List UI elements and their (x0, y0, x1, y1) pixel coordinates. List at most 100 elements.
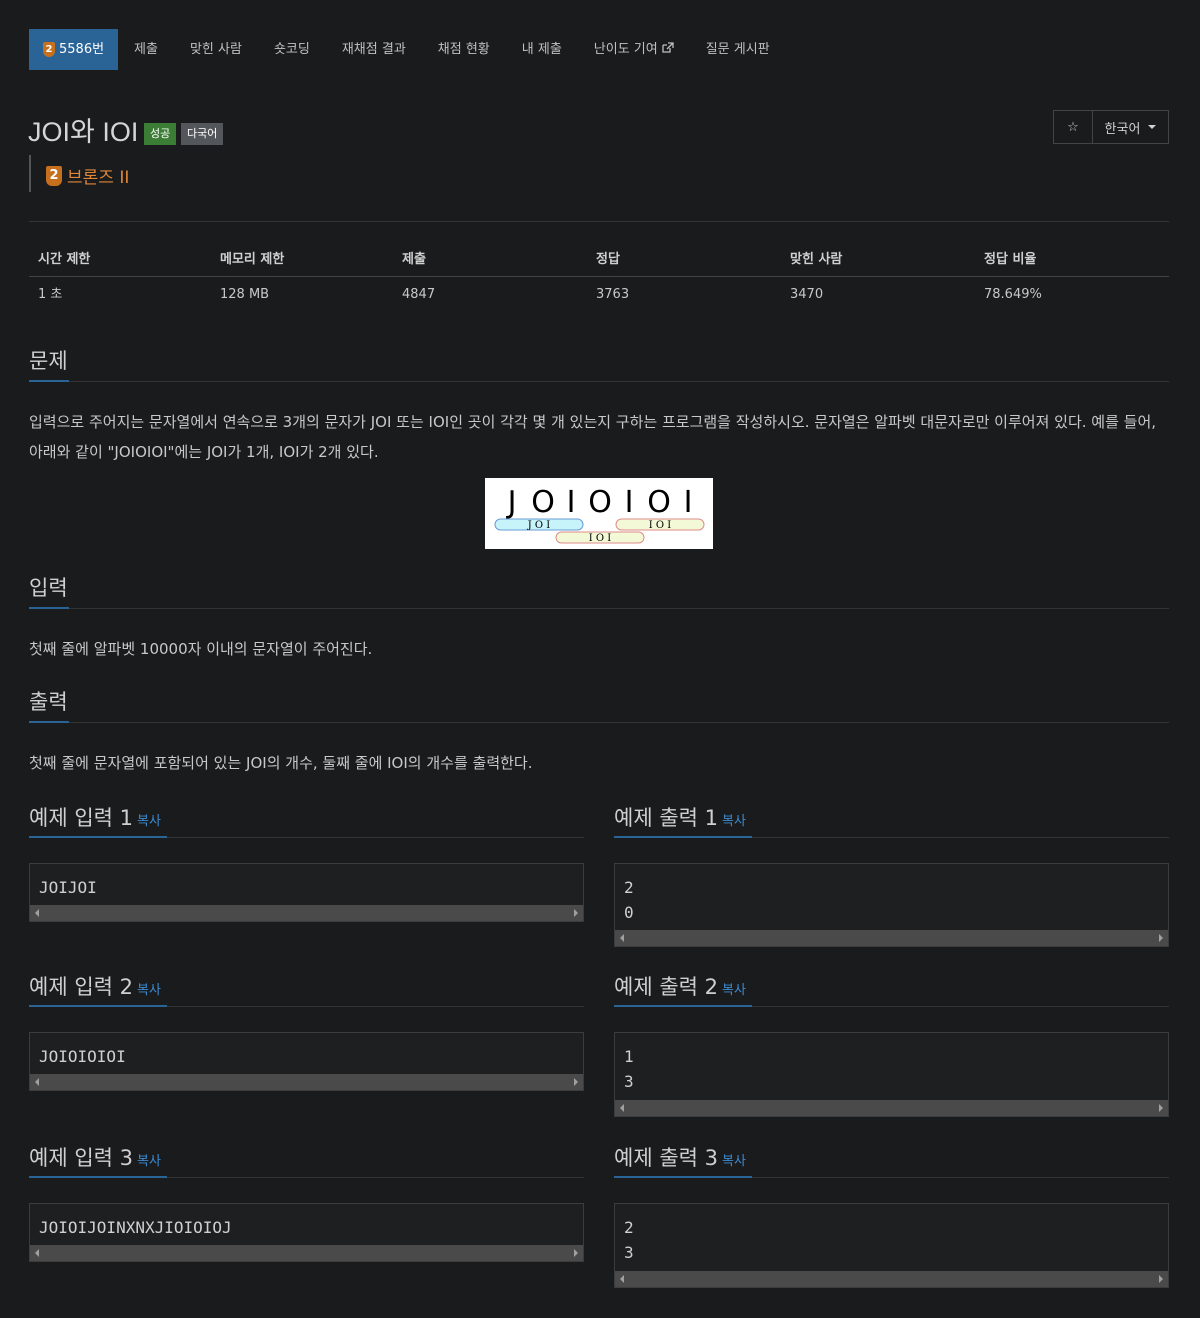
section-problem-title: 문제 (29, 349, 68, 373)
language-dropdown-label: 한국어 (1104, 121, 1141, 137)
figure-letter: J (506, 485, 517, 520)
sample-input-2-label: 예제 입력 2 (29, 975, 133, 999)
ioi-pill-label: I O I (649, 520, 672, 531)
status-badge-success: 성공 (144, 123, 177, 145)
header-memory-limit: 메모리 제한 (220, 252, 285, 267)
section-underline (29, 380, 69, 382)
sample-output-2-text: 1 3 (624, 1047, 634, 1091)
sample-input-2-title: 예제 입력 2 복사 (29, 971, 161, 1001)
bronze-tier-icon: 2 (46, 165, 62, 186)
divider (29, 221, 1169, 222)
horizontal-scrollbar[interactable] (30, 1245, 583, 1261)
horizontal-scrollbar[interactable] (615, 930, 1168, 946)
language-dropdown[interactable]: 한국어 (1093, 111, 1168, 143)
horizontal-scrollbar[interactable] (615, 1271, 1168, 1287)
nav-difficulty-contrib[interactable]: 난이도 기여 (578, 29, 690, 70)
header-submissions: 제출 (402, 252, 426, 267)
scroll-left-icon[interactable] (620, 1104, 624, 1112)
sample-output-1-box: 2 0 (614, 863, 1169, 947)
nav-solved-users[interactable]: 맞힌 사람 (174, 29, 258, 70)
header-time-limit: 시간 제한 (38, 252, 91, 267)
sample-input-3-title: 예제 입력 3 복사 (29, 1142, 161, 1172)
header-accepted: 정답 (596, 252, 620, 267)
star-button[interactable]: ☆ (1054, 111, 1093, 143)
scroll-right-icon[interactable] (574, 909, 578, 917)
scroll-left-icon[interactable] (620, 934, 624, 942)
problem-nav: 2 5586번 제출 맞힌 사람 숏코딩 재채점 결과 채점 현황 내 제출 난… (29, 29, 786, 70)
figure-letter: I (567, 485, 576, 520)
sample-underline (614, 1176, 752, 1178)
sample-output-3-text: 2 3 (624, 1218, 634, 1262)
sample-input-3-label: 예제 입력 3 (29, 1146, 133, 1170)
scroll-right-icon[interactable] (1159, 1104, 1163, 1112)
sample-input-1-text: JOIJOI (39, 878, 97, 897)
section-input-title: 입력 (29, 576, 68, 600)
copy-sample-output-3-link[interactable]: 복사 (722, 1154, 746, 1169)
horizontal-scrollbar[interactable] (30, 1074, 583, 1090)
section-underline (29, 607, 69, 609)
sample-output-3-box: 2 3 (614, 1203, 1169, 1288)
title-button-group: ☆ 한국어 (1053, 110, 1169, 144)
sample-output-2-title: 예제 출력 2 복사 (614, 971, 746, 1001)
scroll-left-icon[interactable] (35, 1078, 39, 1086)
joi-pill-label: J O I (527, 520, 551, 531)
value-solved-users: 3470 (790, 287, 824, 302)
sample-input-3-text: JOIOIJOINXNXJIOIOIOJ (39, 1218, 232, 1237)
sample-underline (614, 1005, 752, 1007)
header-accept-ratio: 정답 비율 (984, 252, 1037, 267)
joi-ioi-figure: J O I O I O I J O I I O I I O I (485, 478, 713, 549)
page-title: JOI와 IOI (28, 117, 139, 147)
output-description: 첫째 줄에 문자열에 포함되어 있는 JOI의 개수, 둘째 줄에 IOI의 개… (29, 754, 533, 772)
nav-problem[interactable]: 2 5586번 (29, 29, 119, 70)
info-table-header: 시간 제한 메모리 제한 제출 정답 맞힌 사람 정답 비율 (29, 243, 1169, 277)
section-divider (29, 608, 1169, 609)
scroll-right-icon[interactable] (1159, 934, 1163, 942)
section-divider (29, 381, 1169, 382)
nav-qna-board[interactable]: 질문 게시판 (690, 29, 786, 70)
star-icon: ☆ (1067, 119, 1079, 135)
figure-letter: O (647, 485, 671, 520)
problem-description: 입력으로 주어지는 문자열에서 연속으로 3개의 문자가 JOI 또는 IOI인… (29, 413, 1157, 461)
nav-submit[interactable]: 제출 (118, 29, 174, 70)
value-submissions: 4847 (402, 287, 436, 302)
sample-output-1-label: 예제 출력 1 (614, 806, 718, 830)
sample-input-2-box: JOIOIOIOI (29, 1032, 584, 1091)
nav-difficulty-label: 난이도 기여 (593, 42, 658, 57)
scroll-left-icon[interactable] (35, 1249, 39, 1257)
value-time-limit: 1 초 (38, 287, 63, 302)
sample-output-3-title: 예제 출력 3 복사 (614, 1142, 746, 1172)
horizontal-scrollbar[interactable] (30, 905, 583, 921)
value-memory-limit: 128 MB (220, 287, 270, 302)
horizontal-scrollbar[interactable] (615, 1100, 1168, 1116)
info-table-row: 1 초 128 MB 4847 3763 3470 78.649% (29, 277, 1169, 313)
tier-divider (29, 155, 31, 192)
sample-input-2-text: JOIOIOIOI (39, 1047, 126, 1066)
sample-underline (29, 836, 167, 838)
sample-underline (29, 1176, 167, 1178)
copy-sample-input-1-link[interactable]: 복사 (137, 814, 161, 829)
scroll-right-icon[interactable] (574, 1249, 578, 1257)
sample-output-1-text: 2 0 (624, 878, 634, 922)
copy-sample-output-1-link[interactable]: 복사 (722, 814, 746, 829)
scroll-left-icon[interactable] (620, 1275, 624, 1283)
scroll-right-icon[interactable] (574, 1078, 578, 1086)
scroll-left-icon[interactable] (35, 909, 39, 917)
nav-status[interactable]: 채점 현황 (422, 29, 506, 70)
nav-my-submissions[interactable]: 내 제출 (506, 29, 578, 70)
nav-rejudge-results[interactable]: 재채점 결과 (326, 29, 422, 70)
figure-letter: O (588, 485, 612, 520)
problem-tier[interactable]: 2 브론즈 II (46, 163, 129, 188)
copy-sample-input-2-link[interactable]: 복사 (137, 983, 161, 998)
caret-down-icon (1148, 125, 1157, 129)
nav-short-coding[interactable]: 숏코딩 (258, 29, 326, 70)
sample-underline (614, 836, 752, 838)
sample-output-1-title: 예제 출력 1 복사 (614, 802, 746, 832)
sample-output-3-label: 예제 출력 3 (614, 1146, 718, 1170)
figure-letter: I (684, 485, 693, 520)
sample-output-2-label: 예제 출력 2 (614, 975, 718, 999)
copy-sample-input-3-link[interactable]: 복사 (137, 1154, 161, 1169)
sample-input-1-title: 예제 입력 1 복사 (29, 802, 161, 832)
copy-sample-output-2-link[interactable]: 복사 (722, 983, 746, 998)
figure-letter: I (625, 485, 634, 520)
scroll-right-icon[interactable] (1159, 1275, 1163, 1283)
